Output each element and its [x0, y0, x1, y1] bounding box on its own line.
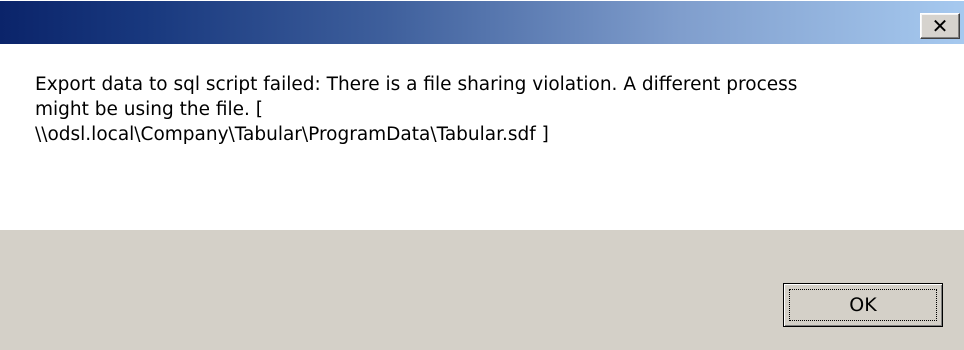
title-bar[interactable]: ✕ [0, 0, 964, 44]
error-message: Export data to sql script failed: There … [35, 72, 935, 147]
error-message-line-1: Export data to sql script failed: There … [35, 74, 798, 95]
error-message-line-3: \\odsl.local\Company\Tabular\ProgramData… [35, 124, 549, 145]
ok-button-label: OK [849, 294, 877, 316]
close-button[interactable]: ✕ [920, 13, 960, 39]
button-panel: OK [0, 230, 964, 350]
close-icon: ✕ [931, 13, 949, 38]
error-message-line-2: might be using the file. [ [35, 99, 264, 120]
ok-button[interactable]: OK [783, 283, 943, 327]
error-dialog: ✕ Export data to sql script failed: Ther… [0, 0, 964, 350]
